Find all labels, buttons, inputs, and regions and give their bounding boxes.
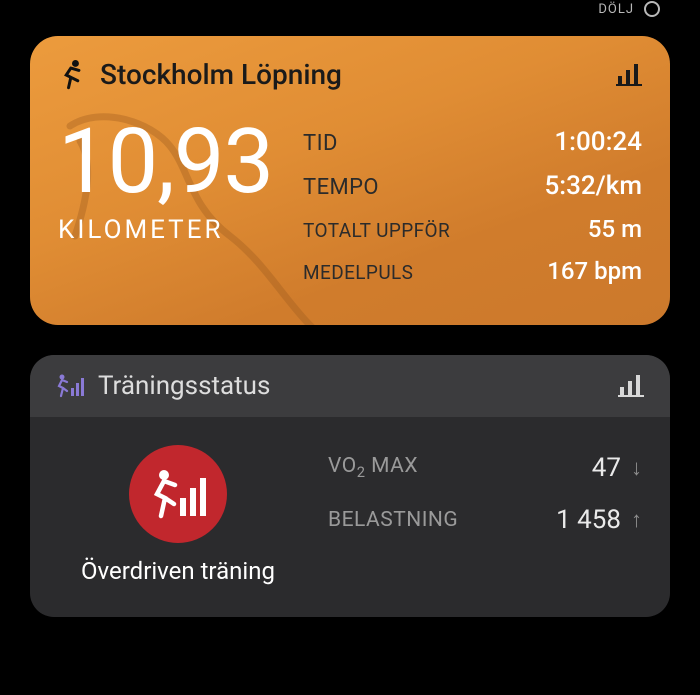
- metric-load-label: BELASTNING: [328, 508, 458, 532]
- status-badge-circle: [129, 445, 227, 543]
- metric-vo2max-label: VO2 MAX: [328, 454, 418, 481]
- stat-time-value: 1:00:24: [554, 127, 642, 157]
- status-card-header: Träningsstatus: [30, 355, 670, 417]
- stat-time: TID 1:00:24: [303, 127, 642, 157]
- metric-load-number: 1 458: [556, 505, 621, 535]
- status-metrics: VO2 MAX 47 ↓ BELASTNING 1 458 ↑: [328, 453, 642, 585]
- stat-pace-value: 5:32/km: [544, 171, 642, 201]
- hide-label[interactable]: DÖLJ: [598, 2, 634, 17]
- status-title: Träningsstatus: [98, 371, 270, 401]
- metric-load-value: 1 458 ↑: [556, 505, 642, 535]
- status-body: Överdriven träning VO2 MAX 47 ↓ BELASTNI…: [30, 417, 670, 617]
- stat-ascent-label: TOTALT UPPFÖR: [303, 219, 450, 242]
- bars-icon[interactable]: [618, 375, 644, 397]
- activity-card[interactable]: Stockholm Löpning 10,93 KILOMETER TID 1:…: [30, 36, 670, 325]
- status-badge-label: Överdriven träning: [81, 557, 275, 585]
- stat-time-label: TID: [303, 131, 338, 156]
- status-badge-block: Överdriven träning: [58, 445, 298, 585]
- stat-avghr: MEDELPULS 167 bpm: [303, 257, 642, 285]
- runner-bars-icon: [56, 374, 84, 398]
- top-right-controls: DÖLJ: [30, 0, 670, 18]
- stats-block: TID 1:00:24 TEMPO 5:32/km TOTALT UPPFÖR …: [303, 127, 642, 299]
- runner-bars-white-icon: [150, 468, 206, 520]
- bars-icon[interactable]: [616, 64, 642, 86]
- status-header-left: Träningsstatus: [56, 371, 270, 401]
- circle-icon[interactable]: [644, 1, 660, 17]
- arrow-up-icon: ↑: [631, 507, 642, 533]
- metric-vo2max-value: 47 ↓: [592, 453, 642, 483]
- status-card[interactable]: Träningsstatus Överdriven träning: [30, 355, 670, 617]
- distance-unit: KILOMETER: [58, 215, 273, 245]
- stat-pace: TEMPO 5:32/km: [303, 171, 642, 201]
- stat-ascent-value: 55 m: [588, 215, 642, 243]
- metric-vo2max-number: 47: [592, 453, 621, 483]
- activity-body: 10,93 KILOMETER TID 1:00:24 TEMPO 5:32/k…: [58, 119, 642, 299]
- arrow-down-icon: ↓: [631, 455, 642, 481]
- stat-avghr-value: 167 bpm: [547, 257, 642, 285]
- distance-value: 10,93: [58, 119, 273, 205]
- metric-load: BELASTNING 1 458 ↑: [328, 505, 642, 535]
- stat-ascent: TOTALT UPPFÖR 55 m: [303, 215, 642, 243]
- metric-vo2max: VO2 MAX 47 ↓: [328, 453, 642, 483]
- stat-pace-label: TEMPO: [303, 175, 379, 200]
- runner-icon: [58, 60, 86, 90]
- stat-avghr-label: MEDELPULS: [303, 261, 413, 284]
- distance-block: 10,93 KILOMETER: [58, 119, 273, 299]
